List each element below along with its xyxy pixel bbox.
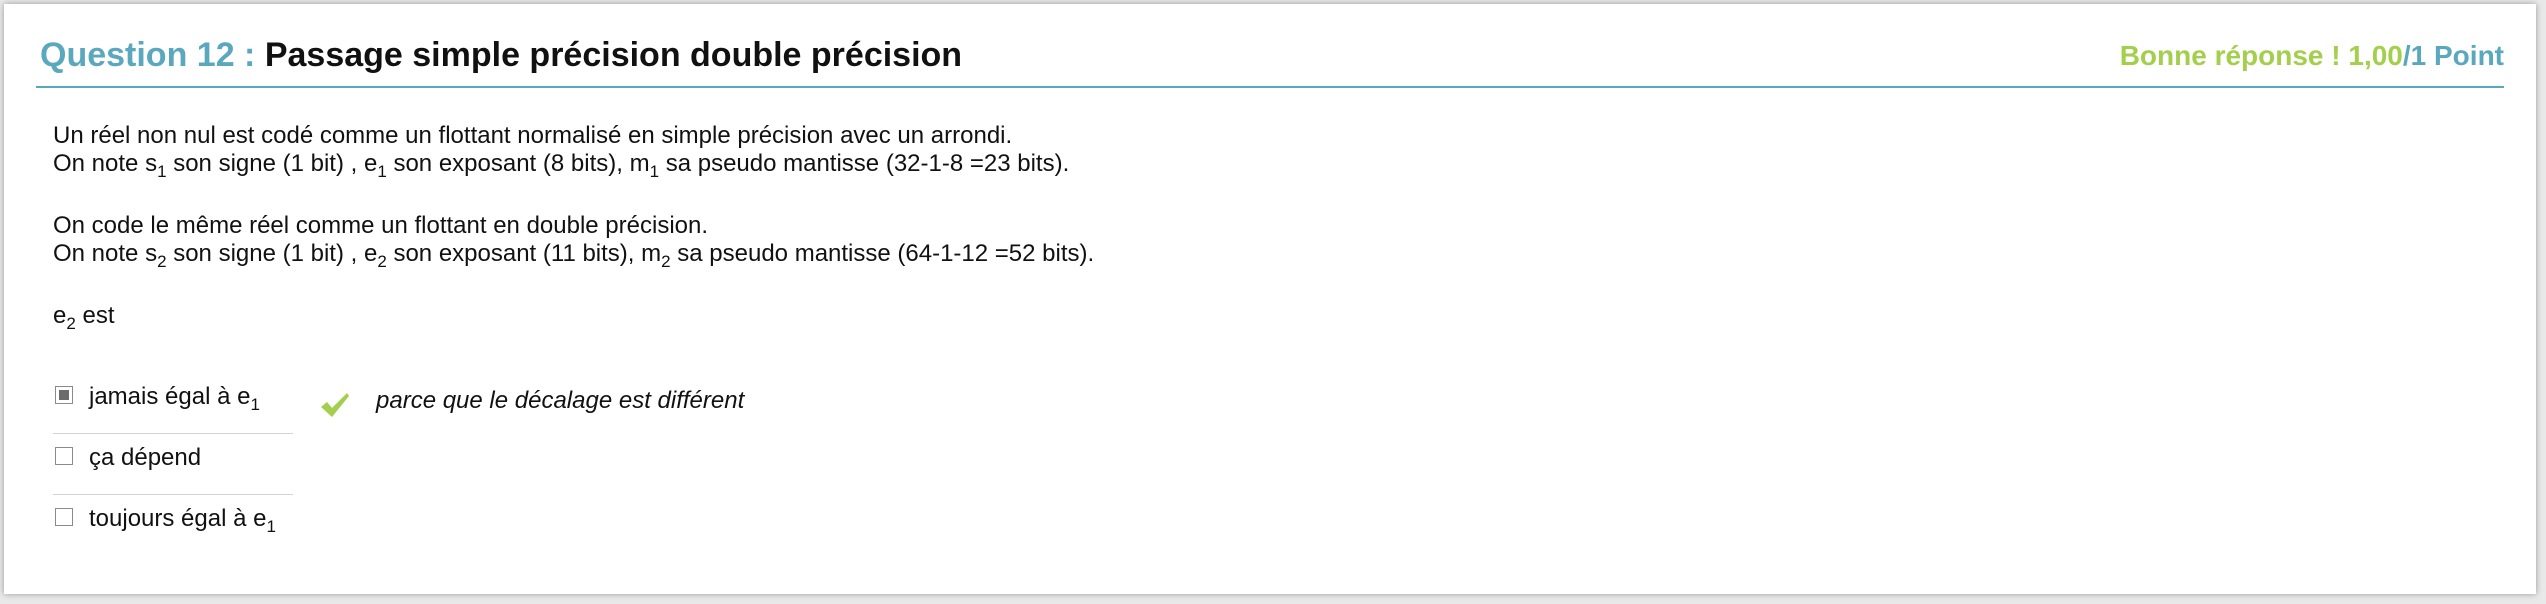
score-points: /1 Point [2402,40,2504,71]
question-body: Un réel non nul est codé comme un flotta… [53,122,1095,333]
line2-sub-a: 1 [157,162,167,181]
body-line-1: Un réel non nul est codé comme un flotta… [53,122,1013,149]
answer-sub-3: 1 [266,517,276,536]
line4-sub-b: 2 [377,252,387,271]
line2-part-b: son signe (1 bit) , e [166,150,378,177]
answer-text-1: jamais égal à e [89,383,251,410]
answer-label-3[interactable]: toujours égal à e1 [89,505,276,536]
line2-part-c: son exposant (8 bits), m [386,150,650,177]
line4-sub-c: 2 [661,252,671,271]
answer-feedback: parce que le décalage est différent [376,387,745,414]
checkmark-icon [321,393,349,417]
line4-part-c: son exposant (11 bits), m [386,240,662,267]
question-title: Passage simple précision double précisio… [264,36,963,74]
question-header: Question 12 : Passage simple précision d… [36,26,2504,88]
line4-part-b: son signe (1 bit) , e [166,240,378,267]
answer-checkbox-1[interactable] [55,386,73,404]
answer-checkbox-3[interactable] [55,508,73,526]
answer-sub-1: 1 [250,395,260,414]
body-line-4: On note s2 son signe (1 bit) , e2 son ex… [53,240,1095,271]
answer-option-1[interactable]: jamais égal à e1 [53,373,293,434]
question-number: Question 12 : [40,36,265,74]
answer-text-3: toujours égal à e [89,505,267,532]
answer-option-2[interactable]: ça dépend [53,434,293,495]
answer-text-2: ça dépend [89,444,202,471]
question-prompt: e2 est [53,302,1094,333]
answer-list: jamais égal à e1 ça dépend toujours égal… [53,373,293,555]
answer-label-1[interactable]: jamais égal à e1 [89,383,260,414]
answer-checkbox-2[interactable] [55,447,73,465]
answer-option-3[interactable]: toujours égal à e1 [53,495,293,555]
prompt-part-a: e [53,302,67,329]
prompt-sub: 2 [66,314,76,333]
body-line-3: On code le même réel comme un flottant e… [53,212,709,239]
answer-label-2[interactable]: ça dépend [89,444,201,472]
line4-part-d: sa pseudo mantisse (64-1-12 =52 bits). [670,240,1095,267]
line4-sub-a: 2 [157,252,167,271]
line4-part-a: On note s [53,240,158,267]
question-heading: Question 12 : Passage simple précision d… [40,36,962,75]
line2-part-d: sa pseudo mantisse (32-1-8 =23 bits). [659,150,1070,177]
prompt-part-b: est [75,302,115,329]
score-status: Bonne réponse ! 1,00/1 Point [2120,40,2504,72]
line2-part-a: On note s [53,150,158,177]
body-line-2: On note s1 son signe (1 bit) , e1 son ex… [53,150,1094,181]
score-text: Bonne réponse ! 1,00 [2119,40,2403,71]
line2-sub-c: 1 [649,162,660,181]
line2-sub-b: 1 [377,162,387,181]
